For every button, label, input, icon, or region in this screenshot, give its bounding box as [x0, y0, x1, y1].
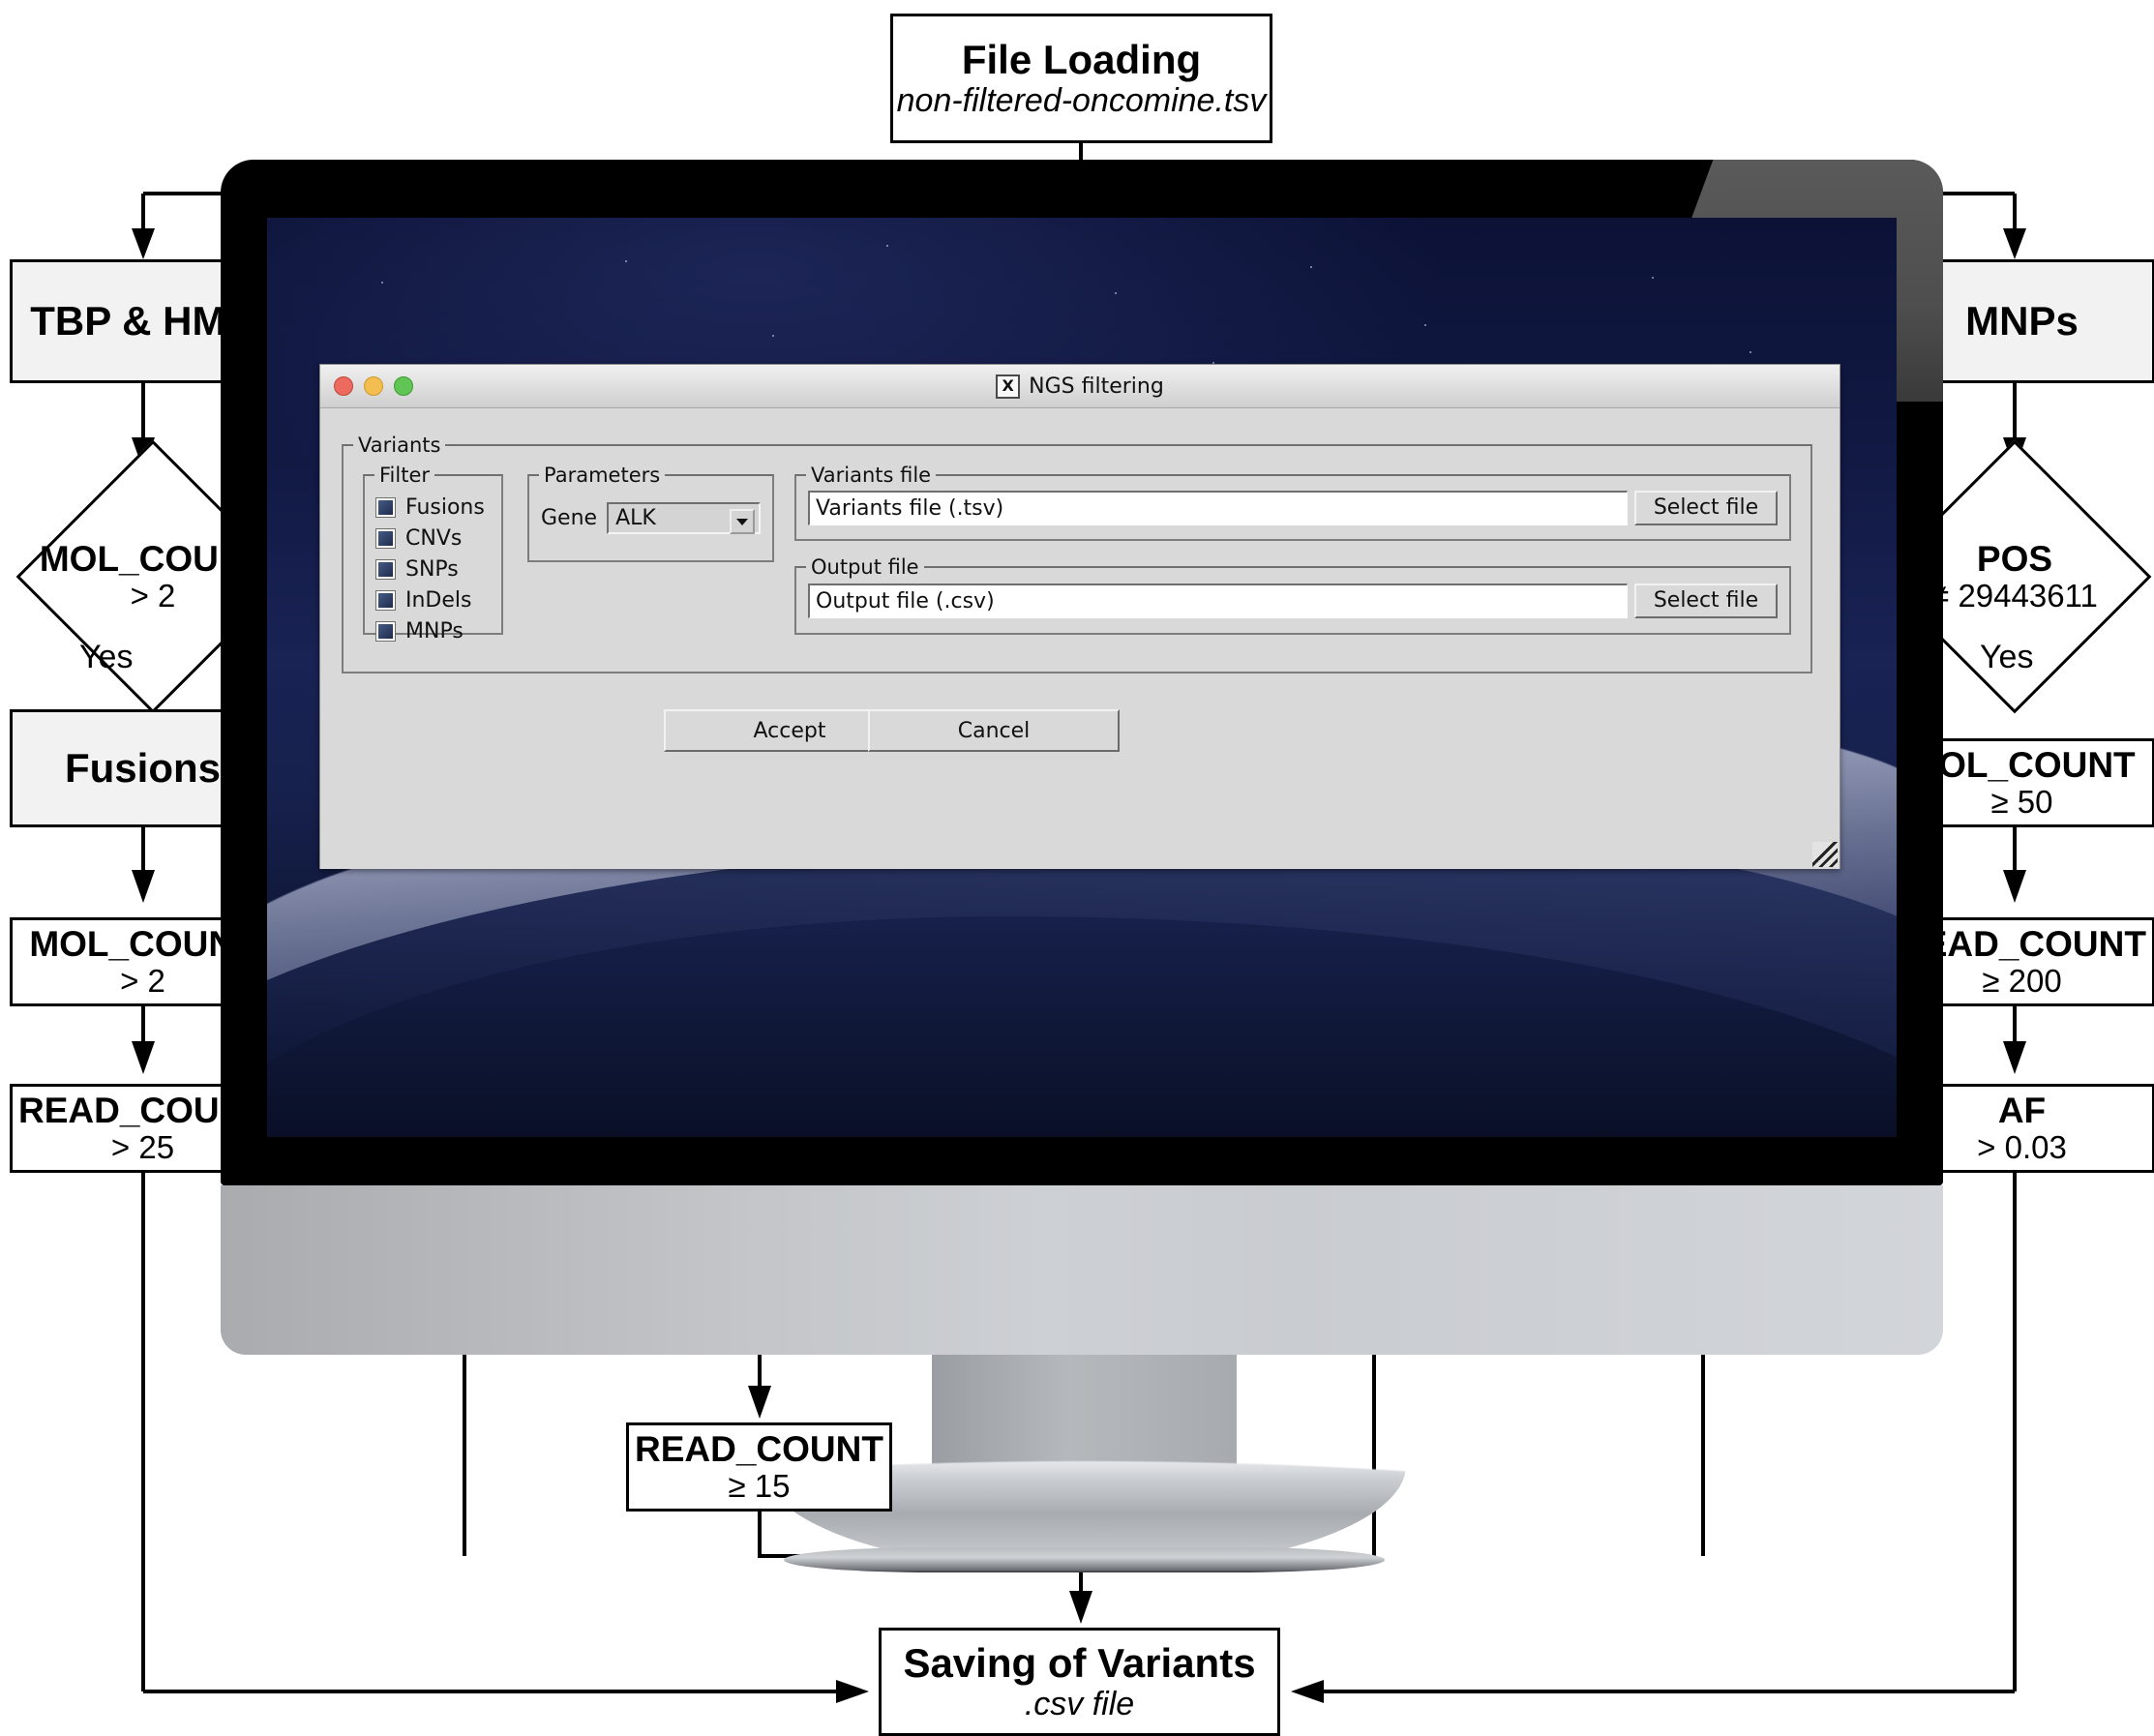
node-condition: > 25 [110, 1129, 175, 1166]
group-filter: Filter Fusions CNVs SNPs InDels MNPs [363, 465, 503, 644]
group-variants-file: Variants file Variants file (.tsv) Selec… [794, 465, 1791, 541]
checkbox-cnvs-label: CNVs [405, 526, 463, 551]
checkbox-cnvs-icon[interactable] [376, 529, 395, 548]
flowchart-canvas: File Loading non-filtered-oncomine.tsv T… [0, 0, 2154, 1736]
edge-label-left-yes: Yes [79, 639, 134, 675]
dialog-title: NGS filtering [1029, 374, 1164, 399]
cancel-button[interactable]: Cancel [868, 709, 1120, 752]
node-field: AF [1997, 1090, 2047, 1130]
gene-select[interactable]: ALK [607, 502, 761, 534]
gene-label: Gene [541, 506, 598, 530]
node-condition: ≥ 50 [1990, 784, 2053, 821]
node-condition: > 2 [120, 963, 165, 1000]
checkbox-fusions-icon[interactable] [376, 498, 395, 517]
output-file-input[interactable]: Output file (.csv) [808, 583, 1628, 618]
checkbox-mnps-icon[interactable] [376, 622, 395, 641]
chevron-down-icon[interactable] [730, 509, 755, 534]
node-subtitle: non-filtered-oncomine.tsv [896, 82, 1267, 120]
output-file-row: Output file (.csv) Select file [794, 566, 1791, 635]
dialog-titlebar[interactable]: X NGS filtering [320, 365, 1840, 408]
decision-condition: ≠ 29443611 [1931, 578, 2098, 614]
checkbox-snps-label: SNPs [405, 557, 459, 582]
checkbox-row-cnvs[interactable]: CNVs [376, 526, 503, 551]
edge-label-right-yes: Yes [1980, 639, 2034, 675]
group-variants-file-title: Variants file [806, 465, 937, 486]
node-condition: ≥ 15 [728, 1468, 791, 1505]
checkbox-row-mnps[interactable]: MNPs [376, 619, 503, 644]
node-title: Saving of Variants [903, 1640, 1256, 1687]
dialog-body: Variants Filter Fusions CNVs SNPs InDels… [320, 408, 1840, 869]
node-subtitle-rest: file [1083, 1686, 1135, 1723]
decision-label: MOL_COUNT > 2 [40, 539, 266, 614]
checkbox-row-indels[interactable]: InDels [376, 588, 503, 613]
ngs-filtering-dialog[interactable]: X NGS filtering Variants Filter Fusions … [319, 364, 1840, 869]
group-output-file-title: Output file [806, 557, 924, 578]
node-condition: > 0.03 [1977, 1129, 2067, 1166]
group-variants: Variants Filter Fusions CNVs SNPs InDels… [342, 435, 1812, 673]
group-filter-title: Filter [374, 465, 435, 486]
variants-file-select-button[interactable]: Select file [1634, 490, 1778, 525]
node-condition: ≥ 200 [1982, 963, 2062, 1000]
decision-field: MOL_COUNT [39, 538, 267, 579]
node-title: File Loading [961, 37, 1202, 83]
monitor-chin [221, 1185, 1943, 1355]
checkbox-fusions-label: Fusions [405, 495, 485, 520]
decision-label: POS ≠ 29443611 [1931, 539, 2098, 614]
gene-selected-value: ALK [615, 506, 656, 530]
node-label: Fusions [64, 745, 221, 792]
node-file-loading: File Loading non-filtered-oncomine.tsv [890, 14, 1272, 143]
node-saving-of-variants: Saving of Variants .csv file [879, 1628, 1280, 1736]
node-center-read-count: READ_COUNT ≥ 15 [626, 1422, 892, 1512]
app-x-icon: X [996, 374, 1021, 399]
output-file-select-button[interactable]: Select file [1634, 583, 1778, 618]
filter-checkbox-list: Fusions CNVs SNPs InDels MNPs [363, 474, 503, 644]
group-parameters: Parameters Gene ALK [527, 465, 774, 562]
stand-foot-base [784, 1547, 1385, 1572]
node-label: MNPs [1965, 298, 2079, 344]
checkbox-mnps-label: MNPs [405, 619, 464, 644]
checkbox-indels-icon[interactable] [376, 591, 395, 610]
decision-field: POS [1976, 538, 2053, 579]
checkbox-indels-label: InDels [405, 588, 472, 613]
group-variants-content: Filter Fusions CNVs SNPs InDels MNPs Par… [342, 444, 1812, 673]
group-variants-title: Variants [353, 435, 446, 456]
variants-file-row: Variants file (.tsv) Select file [794, 474, 1791, 541]
dialog-title-area: X NGS filtering [320, 365, 1840, 407]
group-parameters-title: Parameters [539, 465, 666, 486]
group-parameters-content: Gene ALK [527, 474, 774, 562]
decision-condition: > 2 [130, 578, 176, 614]
resize-grip-handle[interactable] [1812, 842, 1838, 867]
group-output-file: Output file Output file (.csv) Select fi… [794, 557, 1791, 635]
node-subtitle-file-ext: .csv [1024, 1686, 1084, 1723]
checkbox-row-snps[interactable]: SNPs [376, 557, 503, 582]
checkbox-snps-icon[interactable] [376, 560, 395, 579]
checkbox-row-fusions[interactable]: Fusions [376, 495, 503, 520]
variants-file-input[interactable]: Variants file (.tsv) [808, 490, 1628, 525]
node-field: READ_COUNT [635, 1428, 883, 1469]
node-subtitle: .csv file [1025, 1686, 1134, 1722]
